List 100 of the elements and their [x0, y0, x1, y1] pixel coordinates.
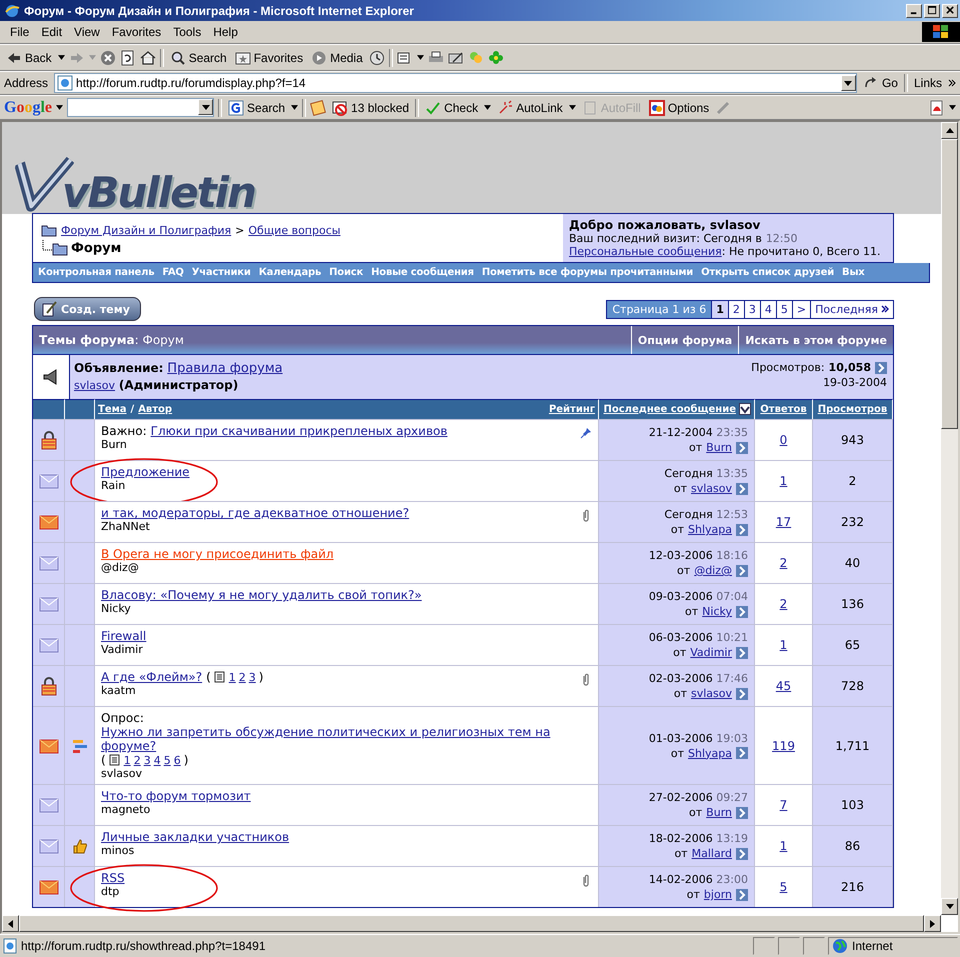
last-poster-link[interactable]: Vadimir	[690, 646, 732, 659]
scrollbar-thumb[interactable]	[941, 139, 958, 429]
column-header-link[interactable]: Тема	[98, 404, 127, 415]
news-icon[interactable]	[310, 100, 326, 116]
favorites-button[interactable]: Favorites	[232, 50, 306, 66]
refresh-icon[interactable]	[120, 50, 136, 66]
thread-title-link[interactable]: А где «Флейм»?	[101, 670, 202, 684]
last-poster-link[interactable]: Shlyapa	[688, 523, 732, 536]
replies-count-link[interactable]: 2	[780, 597, 788, 611]
thread-page-link[interactable]: 4	[154, 754, 161, 766]
scroll-down-button[interactable]	[941, 898, 958, 915]
stop-icon[interactable]	[100, 50, 116, 66]
caret-icon[interactable]	[416, 55, 424, 60]
replies-count-link[interactable]: 1	[780, 839, 788, 853]
go-arrow-icon[interactable]	[875, 362, 887, 374]
replies-count-link[interactable]: 7	[780, 798, 788, 812]
history-icon[interactable]	[368, 50, 385, 66]
dropdown-button[interactable]	[840, 75, 856, 91]
scroll-left-button[interactable]	[2, 915, 19, 932]
menu-item[interactable]: Favorites	[106, 25, 168, 39]
thread-title-link[interactable]: В Opera не могу присоединить файл	[101, 547, 334, 561]
page-link[interactable]: 1	[711, 300, 728, 318]
column-header-link[interactable]: Последнее сообщение	[604, 404, 736, 414]
spell-check-button[interactable]: Check	[423, 100, 480, 116]
private-messages-link[interactable]: Персональные сообщения	[569, 245, 722, 258]
go-arrow-icon[interactable]	[736, 564, 748, 576]
replies-count-link[interactable]: 0	[780, 433, 788, 447]
google-logo[interactable]: Google	[4, 98, 52, 116]
go-button[interactable]: Go	[860, 75, 900, 91]
chevron-icon[interactable]	[948, 79, 956, 87]
replies-count-link[interactable]: 2	[780, 556, 788, 570]
popup-blocker-button[interactable]: 13 blocked	[330, 100, 412, 116]
thread-page-link[interactable]: 5	[164, 754, 171, 766]
last-poster-link[interactable]: Mallard	[692, 847, 732, 860]
page-link[interactable]: 2	[728, 300, 744, 318]
last-poster-link[interactable]: svlasov	[690, 482, 732, 495]
caret-icon[interactable]	[949, 105, 956, 110]
thread-page-link[interactable]: 3	[144, 754, 151, 766]
dropdown-button[interactable]	[198, 99, 214, 115]
menu-item[interactable]: File	[4, 25, 36, 39]
announcement-link[interactable]: Правила форума	[167, 361, 283, 376]
caret-icon[interactable]	[291, 105, 298, 110]
thread-page-link[interactable]: 1	[228, 670, 236, 684]
caret-icon[interactable]	[484, 105, 492, 110]
column-header-link[interactable]: Ответов	[760, 404, 807, 415]
thread-title-link[interactable]: Глюки при скачивании прикрепленых архивов	[150, 424, 448, 438]
thread-title-link[interactable]: RSS	[101, 871, 125, 885]
caret-icon[interactable]	[58, 55, 65, 60]
go-arrow-icon[interactable]	[736, 806, 748, 818]
address-field[interactable]: http://forum.rudtp.ru/forumdisplay.php?f=14	[54, 73, 857, 93]
replies-count-link[interactable]: 1	[780, 638, 788, 652]
replies-count-link[interactable]: 45	[776, 679, 792, 693]
links-button[interactable]: Links	[912, 76, 944, 90]
thread-title-link[interactable]: Личные закладки участников	[101, 830, 290, 844]
forum-logo[interactable]: vBulletin	[12, 156, 255, 214]
author-link[interactable]: svlasov	[74, 379, 116, 392]
last-poster-link[interactable]: Nicky	[702, 605, 732, 618]
thread-page-link[interactable]: 2	[238, 670, 246, 684]
vertical-scrollbar[interactable]	[941, 122, 958, 915]
go-arrow-icon[interactable]	[736, 482, 748, 494]
page-link[interactable]: 4	[760, 300, 776, 318]
pdf-icon[interactable]	[929, 100, 945, 116]
column-header-link[interactable]: Просмотров	[818, 404, 888, 415]
google-search-button[interactable]: Search	[226, 100, 288, 116]
page-link[interactable]: 5	[776, 300, 792, 318]
menu-item[interactable]: Help	[207, 25, 244, 39]
thread-page-link[interactable]: 1	[124, 754, 131, 766]
next-page-link[interactable]: >	[792, 300, 810, 318]
column-header-link[interactable]: Рейтинг	[548, 404, 595, 415]
scroll-up-button[interactable]	[941, 122, 958, 139]
thread-title-link[interactable]: Firewall	[101, 629, 146, 643]
last-poster-link[interactable]: bjorn	[704, 888, 732, 901]
go-arrow-icon[interactable]	[736, 747, 748, 759]
autolink-button[interactable]: AutoLink	[495, 100, 565, 116]
close-button[interactable]	[942, 4, 958, 18]
page-link[interactable]: 3	[744, 300, 760, 318]
minimize-button[interactable]	[906, 4, 922, 18]
thread-title-link[interactable]: Что-то форум тормозит	[101, 789, 251, 803]
column-header-link[interactable]: Автор	[138, 404, 172, 415]
caret-icon[interactable]	[56, 105, 64, 110]
menu-item[interactable]: Edit	[35, 25, 68, 39]
last-poster-link[interactable]: Shlyapa	[688, 746, 732, 760]
thread-page-link[interactable]: 3	[248, 670, 256, 684]
last-poster-link[interactable]: Burn	[706, 806, 732, 819]
back-button[interactable]: Back	[4, 50, 54, 66]
go-arrow-icon[interactable]	[736, 646, 748, 658]
edit-icon[interactable]	[448, 50, 464, 66]
go-arrow-icon[interactable]	[736, 688, 748, 700]
replies-count-link[interactable]: 5	[780, 880, 788, 894]
sort-icon[interactable]	[739, 403, 751, 415]
home-icon[interactable]	[140, 50, 156, 66]
thread-title-link[interactable]: Нужно ли запретить обсуждение политических и религиозных тем на форуме?	[101, 725, 592, 753]
last-poster-link[interactable]: svlasov	[690, 687, 732, 700]
maximize-button[interactable]	[924, 4, 940, 18]
media-button[interactable]: Media	[309, 50, 365, 66]
go-arrow-icon[interactable]	[736, 606, 748, 618]
last-poster-link[interactable]: @diz@	[694, 564, 732, 577]
breadcrumb-link[interactable]: Форум Дизайн и Полиграфия	[61, 224, 232, 236]
go-arrow-icon[interactable]	[736, 848, 748, 860]
options-button[interactable]: Options	[646, 100, 712, 116]
